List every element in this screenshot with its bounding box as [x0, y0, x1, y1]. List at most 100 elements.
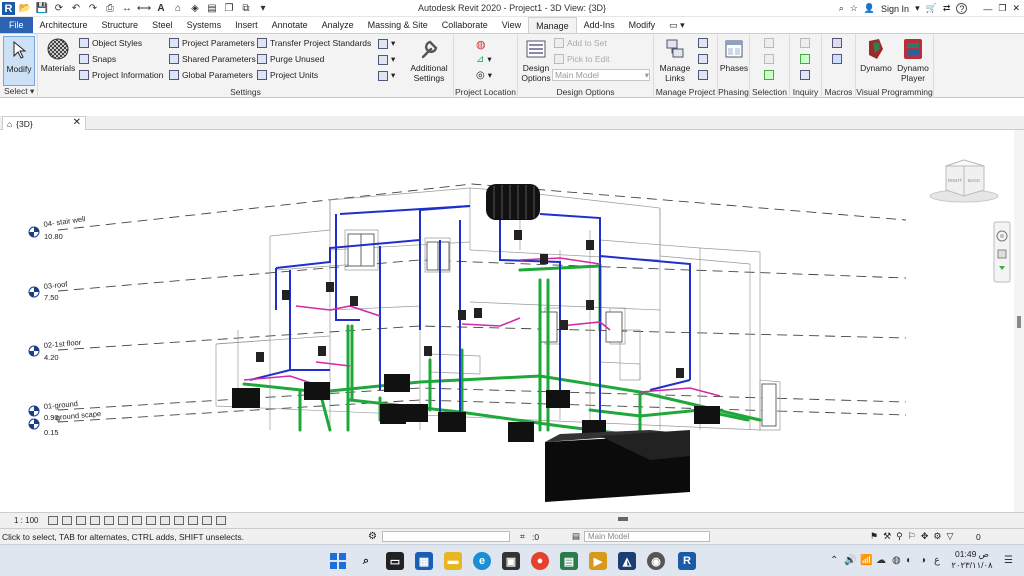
splitter-handle[interactable] [618, 517, 628, 521]
macro-manager-button[interactable] [832, 38, 842, 48]
binoculars-icon[interactable]: ⌕ [839, 3, 844, 14]
scrollbar-thumb[interactable] [1017, 316, 1021, 328]
warnings-button[interactable] [800, 70, 810, 80]
tab-annotate[interactable]: Annotate [265, 17, 315, 33]
tab-analyze[interactable]: Analyze [315, 17, 361, 33]
view-scale[interactable]: 1 : 100 [14, 516, 38, 525]
open-icon[interactable]: 📂 [18, 2, 32, 15]
notifications-icon[interactable]: ☰ [1004, 555, 1013, 566]
manage-images-button[interactable] [698, 38, 708, 48]
select-dropdown[interactable]: Select ▾ [0, 86, 37, 97]
sign-in-link[interactable]: Sign In [881, 4, 909, 14]
sun-path-icon[interactable] [76, 516, 87, 525]
location-button[interactable]: ◍ [476, 38, 486, 51]
tab-massing-site[interactable]: Massing & Site [361, 17, 435, 33]
position-dropdown[interactable]: ◎ ▾ [476, 70, 492, 81]
tab-systems[interactable]: Systems [180, 17, 229, 33]
redo-icon[interactable]: ↷ [86, 2, 100, 15]
select-underlay-icon[interactable]: ⚒ [883, 531, 891, 542]
detail-level-icon[interactable] [48, 516, 59, 525]
customize-qat-icon[interactable]: ▾ [256, 2, 270, 15]
chevron-down-icon[interactable]: ▾ [915, 3, 920, 14]
drag-elements-icon[interactable]: ✥ [921, 531, 929, 542]
calculator-icon[interactable]: ▤ [560, 552, 578, 570]
reveal-hidden-icon[interactable] [174, 516, 185, 525]
show-crop-icon[interactable] [132, 516, 143, 525]
snaps-button[interactable]: Snaps [79, 54, 116, 64]
edit-selection-button[interactable] [764, 70, 774, 80]
shared-parameters-button[interactable]: Shared Parameters [169, 54, 256, 64]
tab-insert[interactable]: Insert [228, 17, 265, 33]
file-explorer-icon[interactable]: ▬ [444, 552, 462, 570]
network-icon[interactable]: 📶 [860, 555, 872, 566]
dynamo-button[interactable]: Dynamo [858, 36, 894, 73]
temp-view-properties-icon[interactable] [188, 516, 199, 525]
select-pinned-icon[interactable]: ⚲ [896, 531, 903, 542]
cloud-icon[interactable]: ☁ [876, 555, 886, 566]
tab-view[interactable]: View [495, 17, 528, 33]
print-icon[interactable]: ⎙ [103, 2, 117, 15]
structural-settings-dropdown[interactable]: ▾ [378, 70, 395, 81]
chrome-icon[interactable]: ● [531, 552, 549, 570]
transfer-project-standards-button[interactable]: Transfer Project Standards [257, 38, 371, 48]
text-icon[interactable]: A [154, 2, 168, 15]
analytical-model-icon[interactable] [202, 516, 213, 525]
app-tray-icon-3[interactable]: ◑ [920, 555, 926, 566]
tab-collaborate[interactable]: Collaborate [435, 17, 495, 33]
undo-icon[interactable]: ↶ [69, 2, 83, 15]
save-selection-button[interactable] [764, 38, 774, 48]
user-icon[interactable]: 👤 [864, 3, 875, 14]
keyboard-language[interactable]: ع [934, 555, 940, 566]
materials-button[interactable]: Materials [40, 36, 76, 73]
design-option-icon[interactable]: ▤ [572, 531, 580, 542]
decal-types-button[interactable] [698, 70, 708, 80]
tray-chevron-icon[interactable]: ⌃ [830, 555, 838, 566]
close-view-icon[interactable]: ✕ [73, 117, 81, 128]
close-icon[interactable]: ✕ [1012, 3, 1020, 14]
additional-settings-button[interactable]: Additional Settings [406, 36, 452, 83]
editing-requests-icon[interactable]: ⌗ [520, 531, 525, 542]
store-icon[interactable]: ▣ [502, 552, 520, 570]
manage-links-button[interactable]: Manage Links [656, 36, 694, 83]
ids-of-selection-button[interactable] [800, 38, 810, 48]
select-by-id-button[interactable] [800, 54, 810, 64]
widgets-icon[interactable]: ▦ [415, 552, 433, 570]
search-icon[interactable]: ⌕ [357, 552, 375, 570]
app-tray-icon-2[interactable]: ◐ [906, 555, 912, 566]
purge-unused-button[interactable]: Purge Unused [257, 54, 324, 64]
pick-to-edit-button[interactable]: Pick to Edit [554, 54, 610, 64]
temp-hide-icon[interactable] [160, 516, 171, 525]
revit-logo-icon[interactable]: R [2, 2, 15, 15]
system-clock[interactable]: 01:49 ص ٢٠٢٣/١١/٠٨ [948, 549, 996, 571]
render-icon[interactable] [104, 516, 115, 525]
add-to-set-button[interactable]: Add to Set [554, 38, 607, 48]
select-links-icon[interactable]: ⚑ [870, 531, 878, 542]
coordinates-dropdown[interactable]: ⊿ ▾ [476, 54, 492, 65]
project-parameters-button[interactable]: Project Parameters [169, 38, 255, 48]
mep-settings-dropdown[interactable]: ▾ [378, 38, 395, 49]
phases-button[interactable]: Phases [720, 36, 748, 73]
save-icon[interactable]: 💾 [35, 2, 49, 15]
tab-add-ins[interactable]: Add-Ins [577, 17, 622, 33]
sync-icon[interactable]: ⟳ [52, 2, 66, 15]
project-information-button[interactable]: Project Information [79, 70, 163, 80]
background-processes-icon[interactable]: ⚙ [933, 531, 941, 542]
close-hidden-icon[interactable]: ❐ [222, 2, 236, 15]
dimension-icon[interactable]: ⟷ [137, 2, 151, 15]
design-options-button[interactable]: Design Options [520, 36, 552, 83]
object-styles-button[interactable]: Object Styles [79, 38, 142, 48]
tab-modify[interactable]: Modify [622, 17, 663, 33]
drawing-canvas[interactable]: 04- stair well 10.80 03-roof 7.50 02-1st… [0, 130, 1014, 512]
panel-schedule-dropdown[interactable]: ▾ [378, 54, 395, 65]
section-icon[interactable]: ◈ [188, 2, 202, 15]
switch-windows-icon[interactable]: ⧉ [239, 2, 253, 15]
visual-style-icon[interactable] [62, 516, 73, 525]
volume-icon[interactable]: 🔊 [844, 555, 856, 566]
tab-architecture[interactable]: Architecture [33, 17, 95, 33]
highlight-displacement-icon[interactable] [216, 516, 227, 525]
design-option-field[interactable]: Main Model [584, 531, 710, 542]
revit-taskbar-icon[interactable]: R [678, 552, 696, 570]
select-by-face-icon[interactable]: ⚐ [908, 531, 916, 542]
load-selection-button[interactable] [764, 54, 774, 64]
tab-manage[interactable]: Manage [528, 17, 577, 33]
